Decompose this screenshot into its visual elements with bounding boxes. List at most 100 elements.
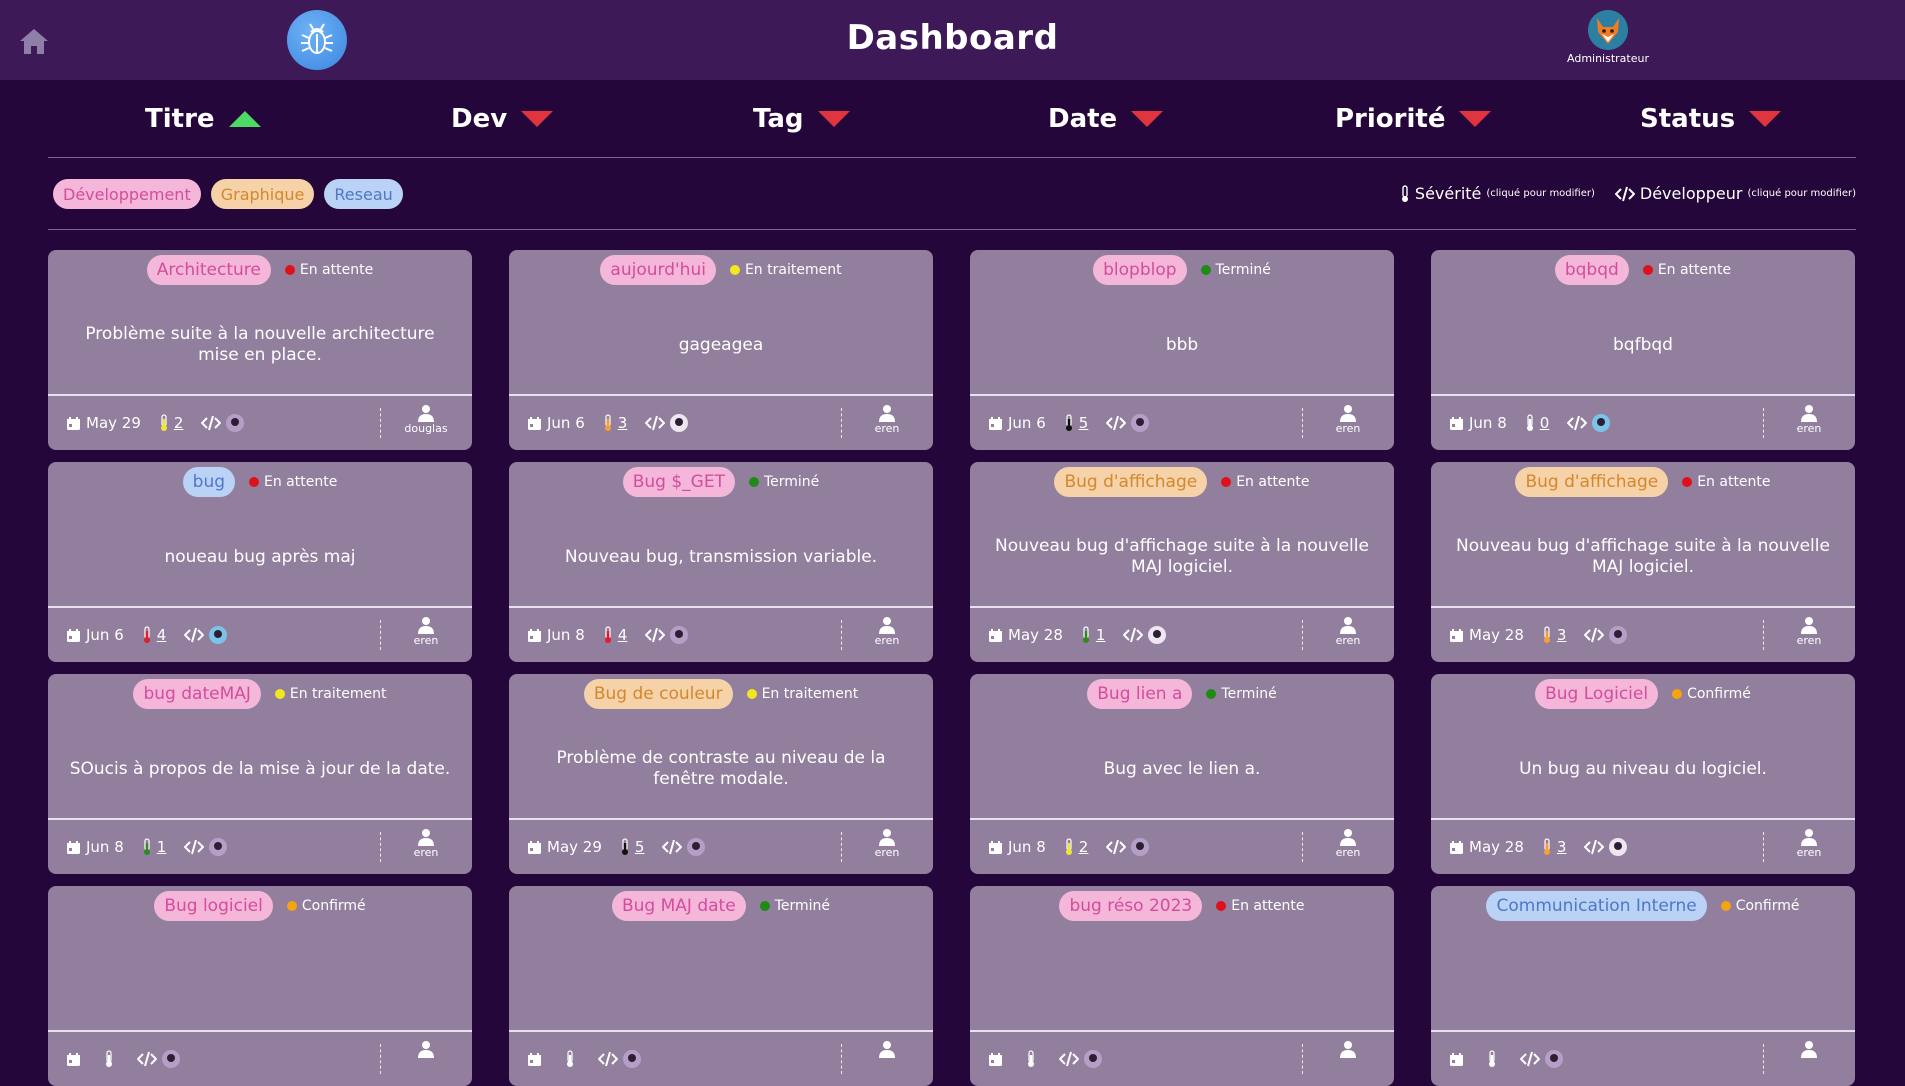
card-tag[interactable]: bug	[182, 467, 236, 497]
card-status[interactable]: Confirmé	[1672, 686, 1751, 702]
bug-card[interactable]: bug En attente noueau bug après maj Jun …	[48, 462, 472, 662]
card-status[interactable]: Confirmé	[286, 898, 366, 914]
card-status[interactable]: Terminé	[748, 474, 819, 490]
card-tag[interactable]: Bug d'affichage	[1054, 467, 1208, 497]
assignee[interactable]: eren	[1318, 404, 1378, 435]
bug-card[interactable]: Bug d'affichage En attente Nouveau bug d…	[970, 462, 1394, 662]
card-developer[interactable]	[1123, 626, 1167, 644]
card-severity[interactable]: 5	[620, 838, 644, 856]
assignee[interactable]: eren	[857, 616, 917, 647]
card-status[interactable]: En traitement	[729, 262, 842, 278]
card-tag[interactable]: Communication Interne	[1486, 891, 1707, 921]
assignee[interactable]: eren	[1779, 404, 1839, 435]
card-status[interactable]: En attente	[1682, 474, 1771, 490]
sort-date[interactable]: Date	[1048, 98, 1164, 140]
card-developer[interactable]	[662, 838, 706, 856]
card-severity[interactable]: 0	[1525, 414, 1549, 432]
card-status[interactable]: En traitement	[746, 686, 858, 702]
bug-card[interactable]: bqbqd En attente bqfbqd Jun 8 0 eren	[1431, 250, 1855, 450]
card-severity[interactable]: 5	[1064, 414, 1088, 432]
assignee[interactable]	[1318, 1040, 1378, 1058]
bug-card[interactable]: Bug d'affichage En attente Nouveau bug d…	[1431, 462, 1855, 662]
assignee[interactable]	[857, 1040, 917, 1058]
card-tag[interactable]: Bug MAJ date	[612, 891, 746, 921]
card-severity[interactable]: 3	[1542, 838, 1566, 856]
assignee[interactable]: eren	[396, 616, 456, 647]
user-menu[interactable]: Administrateur	[1562, 10, 1654, 65]
card-tag[interactable]: bug réso 2023	[1059, 891, 1203, 921]
card-severity[interactable]: 2	[1064, 838, 1088, 856]
card-developer[interactable]	[137, 1050, 180, 1068]
assignee[interactable]: douglas	[396, 404, 456, 435]
card-status[interactable]: En traitement	[274, 686, 387, 702]
assignee[interactable]	[1779, 1040, 1839, 1058]
card-status[interactable]: En attente	[1221, 474, 1310, 490]
card-severity[interactable]	[565, 1050, 580, 1068]
assignee[interactable]	[396, 1040, 456, 1058]
card-developer[interactable]	[645, 626, 689, 644]
card-developer[interactable]	[1059, 1050, 1102, 1068]
card-tag[interactable]: Bug lien a	[1087, 679, 1193, 709]
card-tag[interactable]: aujourd'hui	[600, 255, 716, 285]
card-status[interactable]: En attente	[249, 474, 337, 490]
card-developer[interactable]	[1584, 626, 1628, 644]
card-status[interactable]: Confirmé	[1720, 898, 1800, 914]
assignee[interactable]: eren	[857, 828, 917, 859]
card-tag[interactable]: Bug $_GET	[622, 467, 735, 497]
card-severity[interactable]: 4	[603, 626, 627, 644]
bug-card[interactable]: bug dateMAJ En traitement SOucis à propo…	[48, 674, 472, 874]
card-status[interactable]: En attente	[1642, 262, 1731, 278]
card-developer[interactable]	[1584, 838, 1628, 856]
assignee[interactable]: eren	[1318, 616, 1378, 647]
card-developer[interactable]	[645, 414, 689, 432]
card-tag[interactable]: Bug logiciel	[154, 891, 273, 921]
bug-card[interactable]: Architecture En attente Problème suite à…	[48, 250, 472, 450]
card-status[interactable]: Terminé	[759, 898, 830, 914]
card-severity[interactable]: 1	[142, 838, 166, 856]
assignee[interactable]: eren	[396, 828, 456, 859]
bug-card[interactable]: Communication Interne Confirmé	[1431, 886, 1855, 1086]
card-tag[interactable]: bug dateMAJ	[133, 679, 261, 709]
sort-status[interactable]: Status	[1640, 98, 1782, 140]
card-tag[interactable]: Bug Logiciel	[1535, 679, 1659, 709]
bug-card[interactable]: Bug lien a Terminé Bug avec le lien a. J…	[970, 674, 1394, 874]
card-developer[interactable]	[1106, 414, 1150, 432]
sort-title[interactable]: Titre	[145, 98, 261, 140]
card-severity[interactable]	[1487, 1050, 1502, 1068]
card-tag[interactable]: bqbqd	[1554, 255, 1629, 285]
card-developer[interactable]	[184, 626, 228, 644]
assignee[interactable]: eren	[1779, 828, 1839, 859]
card-developer[interactable]	[201, 414, 245, 432]
bug-card[interactable]: blopblop Terminé bbb Jun 6 5 eren	[970, 250, 1394, 450]
assignee[interactable]: eren	[1318, 828, 1378, 859]
card-severity[interactable]	[104, 1050, 119, 1068]
bug-card[interactable]: Bug logiciel Confirmé	[48, 886, 472, 1086]
card-severity[interactable]: 1	[1081, 626, 1105, 644]
card-developer[interactable]	[1567, 414, 1611, 432]
sort-dev[interactable]: Dev	[451, 98, 554, 140]
legend-severity[interactable]: Sévérité (cliqué pour modifier)	[1400, 184, 1595, 203]
card-severity[interactable]: 3	[1542, 626, 1566, 644]
card-developer[interactable]	[184, 838, 228, 856]
assignee[interactable]: eren	[1779, 616, 1839, 647]
card-severity[interactable]	[1026, 1050, 1041, 1068]
card-severity[interactable]: 2	[159, 414, 183, 432]
bug-card[interactable]: bug réso 2023 En attente	[970, 886, 1394, 1086]
card-tag[interactable]: blopblop	[1093, 255, 1187, 285]
bug-card[interactable]: Bug Logiciel Confirmé Un bug au niveau d…	[1431, 674, 1855, 874]
sort-priority[interactable]: Priorité	[1335, 98, 1492, 140]
filter-reseau[interactable]: Reseau	[324, 179, 403, 209]
card-status[interactable]: En attente	[1216, 898, 1305, 914]
bug-card[interactable]: Bug de couleur En traitement Problème de…	[509, 674, 933, 874]
card-status[interactable]: En attente	[284, 262, 373, 278]
assignee[interactable]: eren	[857, 404, 917, 435]
card-severity[interactable]: 3	[603, 414, 627, 432]
bug-card[interactable]: aujourd'hui En traitement gageagea Jun 6…	[509, 250, 933, 450]
card-severity[interactable]: 4	[142, 626, 166, 644]
sort-tag[interactable]: Tag	[753, 98, 850, 140]
card-status[interactable]: Terminé	[1200, 262, 1271, 278]
card-developer[interactable]	[598, 1050, 641, 1068]
filter-developpement[interactable]: Développement	[53, 179, 201, 209]
card-tag[interactable]: Bug d'affichage	[1515, 467, 1669, 497]
card-tag[interactable]: Architecture	[146, 255, 271, 285]
